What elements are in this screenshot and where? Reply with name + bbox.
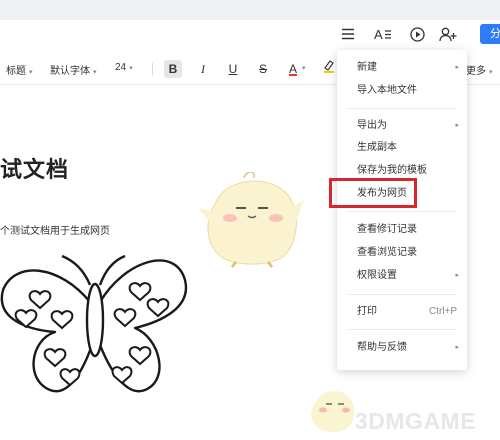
- menu-item-view-revisions[interactable]: 查看修订记录: [337, 220, 467, 240]
- font-color-button[interactable]: A: [284, 60, 302, 78]
- menu-item-create-copy[interactable]: 生成副本: [337, 138, 467, 158]
- menu-item-export-as[interactable]: 导出为 ▸: [337, 116, 467, 136]
- chevron-down-icon[interactable]: ▾: [302, 64, 306, 72]
- file-menu-dropdown: 新建 ▸ 导入本地文件 导出为 ▸ 生成副本 保存为我的模板 发布为网页 查看修订记…: [337, 50, 467, 370]
- menu-item-print[interactable]: 打印 Ctrl+P: [337, 302, 467, 322]
- toolbar-divider: [152, 63, 153, 76]
- chevron-right-icon: ▸: [455, 272, 459, 279]
- chevron-right-icon: ▸: [455, 64, 459, 71]
- document-title: 试文档: [0, 157, 70, 182]
- share-button[interactable]: 分: [480, 24, 500, 44]
- text-style-icon[interactable]: A: [372, 23, 394, 45]
- font-size-select[interactable]: 24 ▾: [115, 62, 133, 73]
- play-icon[interactable]: [406, 23, 428, 45]
- menu-divider: [347, 329, 457, 330]
- menu-icon[interactable]: [337, 23, 359, 45]
- strikethrough-button[interactable]: S: [254, 60, 272, 78]
- highlight-annotation-box: [329, 178, 417, 208]
- menu-divider: [347, 211, 457, 212]
- bold-button[interactable]: B: [164, 60, 182, 78]
- watermark-mascot-image: [311, 391, 355, 432]
- menu-item-permissions[interactable]: 权限设置 ▸: [337, 266, 467, 286]
- butterfly-image: [0, 254, 188, 393]
- font-family-select[interactable]: 默认字体 ▾: [50, 62, 97, 77]
- highlighter-icon[interactable]: [320, 59, 338, 77]
- watermark-text: 3DMGAME: [355, 408, 477, 434]
- menu-divider: [347, 108, 457, 109]
- chevron-right-icon: ▸: [455, 344, 459, 351]
- svg-text:A: A: [374, 27, 383, 41]
- menu-item-import-local[interactable]: 导入本地文件: [337, 81, 467, 101]
- italic-button[interactable]: I: [194, 60, 212, 78]
- chevron-right-icon: ▸: [455, 122, 459, 129]
- menu-item-view-browse[interactable]: 查看浏览记录: [337, 243, 467, 263]
- paragraph-style-select[interactable]: 标题 ▾: [6, 62, 33, 77]
- mascot-image: [198, 172, 304, 268]
- document-body-text: 个测试文档用于生成网页: [0, 226, 110, 237]
- underline-button[interactable]: U: [224, 60, 242, 78]
- menu-item-help[interactable]: 帮助与反馈 ▸: [337, 338, 467, 358]
- menu-divider: [347, 294, 457, 295]
- top-bar: [0, 0, 500, 20]
- more-button[interactable]: 更多 ▾: [466, 62, 493, 77]
- add-user-icon[interactable]: [437, 23, 459, 45]
- menu-item-new[interactable]: 新建 ▸: [337, 58, 467, 78]
